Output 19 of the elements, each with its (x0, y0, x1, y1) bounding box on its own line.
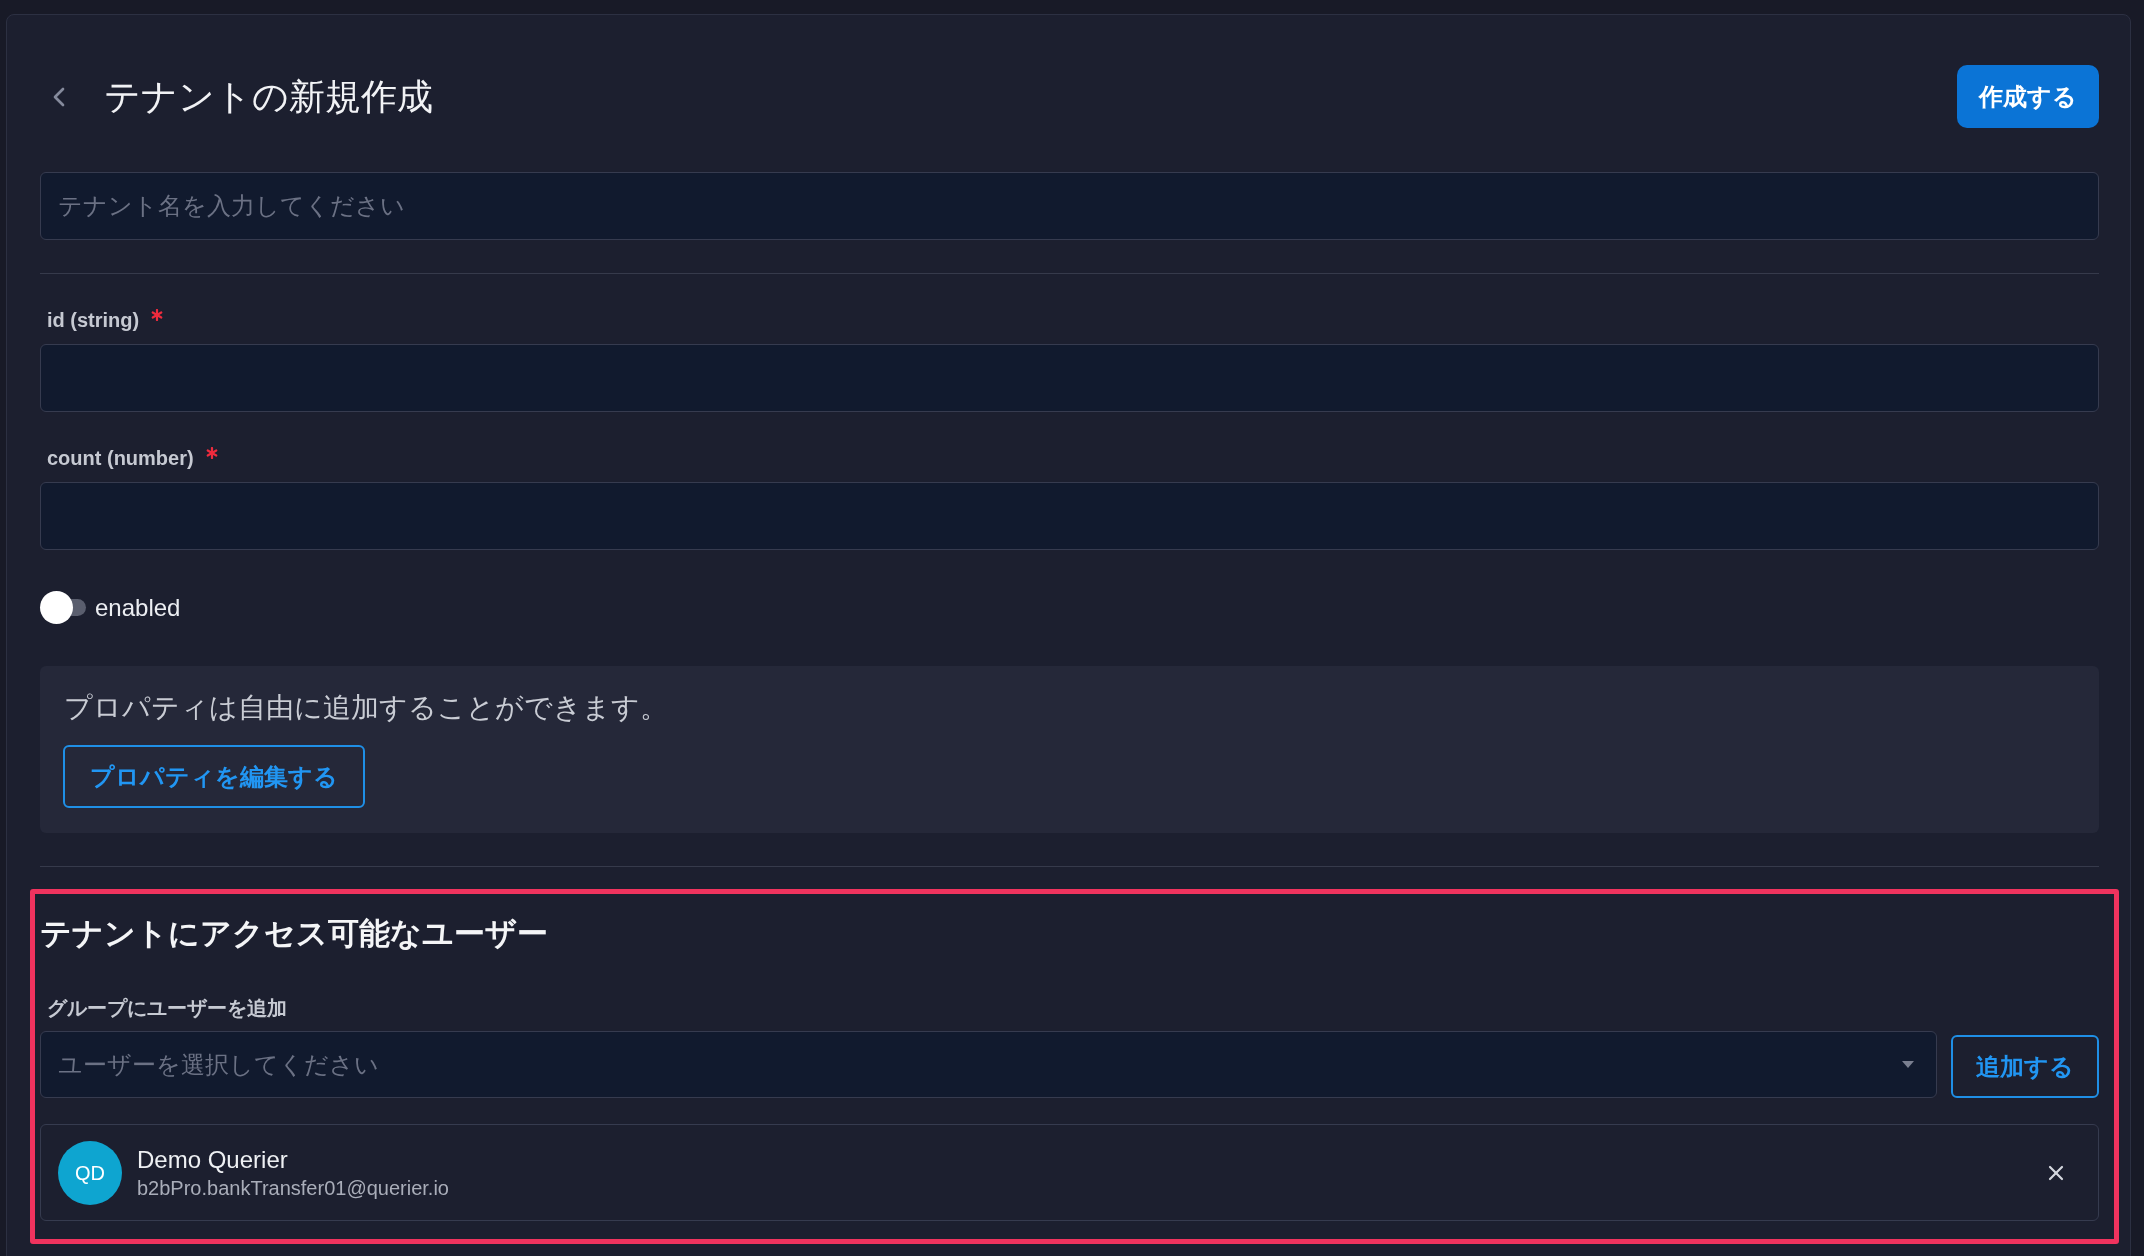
text-input[interactable] (40, 482, 2099, 550)
field-label: id (string) (47, 308, 140, 333)
edit-properties-button[interactable]: プロパティを編集する (63, 745, 365, 808)
page-title: テナントの新規作成 (104, 74, 433, 119)
add-user-button[interactable]: 追加する (1951, 1035, 2099, 1098)
text-input[interactable] (40, 344, 2099, 412)
toggle-label: enabled (95, 592, 181, 623)
add-user-label: グループにユーザーを追加 (47, 996, 287, 1021)
section-title: テナントにアクセス可能なユーザー (40, 915, 548, 953)
properties-hint: プロパティは自由に追加することができます。 (64, 691, 668, 725)
create-button[interactable]: 作成する (1957, 65, 2099, 128)
user-select[interactable]: ユーザーを選択してください (40, 1031, 1937, 1098)
user-name: Demo Querier (137, 1144, 288, 1175)
tenant-name-input[interactable]: テナント名を入力してください (40, 172, 2099, 240)
field-label: count (number) (47, 446, 194, 471)
user-email: b2bPro.bankTransfer01@querier.io (137, 1175, 449, 1201)
dropdown-caret-icon (1902, 1061, 1914, 1068)
avatar-initials: QD (58, 1140, 122, 1205)
toggle-switch[interactable] (40, 591, 86, 624)
